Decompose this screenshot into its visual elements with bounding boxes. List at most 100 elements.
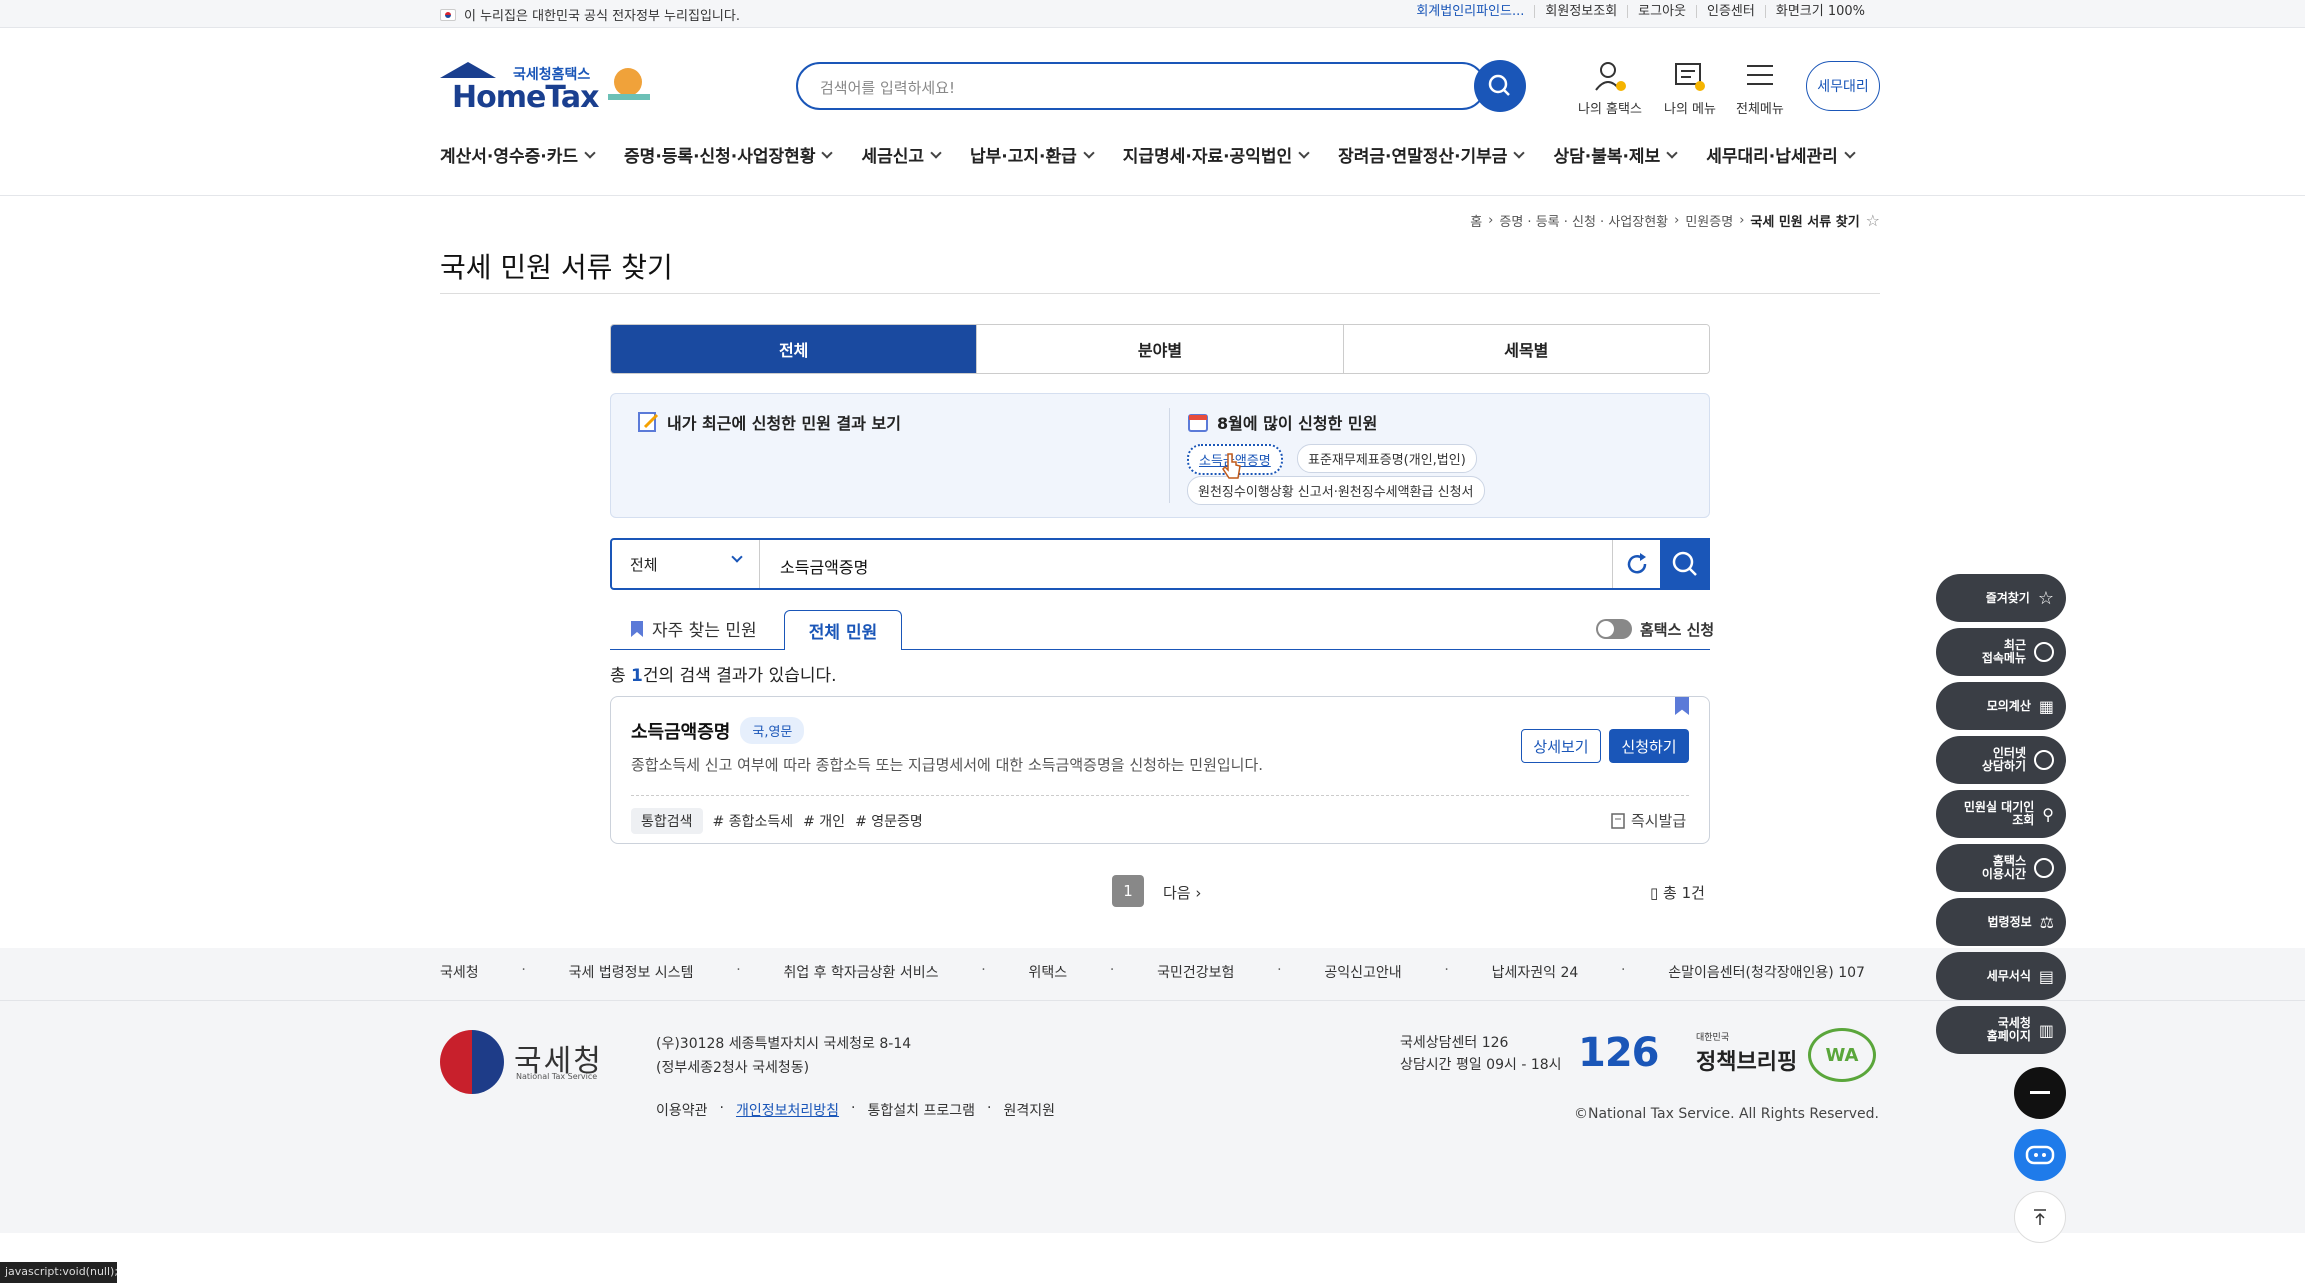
quick-nts-home-button[interactable]: 국세청 홈페이지 ▥ — [1936, 1006, 2066, 1054]
page-button-current[interactable]: 1 — [1112, 875, 1144, 907]
status-bar-url: javascript:void(null); — [0, 1262, 118, 1283]
hamburger-icon — [1743, 60, 1777, 94]
next-page-button[interactable]: 다음 › — [1163, 882, 1201, 903]
breadcrumb-item[interactable]: 민원증명 — [1685, 211, 1733, 230]
star-icon: ☆ — [2037, 587, 2054, 609]
apply-button[interactable]: 신청하기 — [1609, 729, 1689, 763]
result-title[interactable]: 소득금액증명 — [631, 718, 730, 744]
collapse-quick-button[interactable] — [2014, 1067, 2066, 1119]
footer-link[interactable]: 위택스 — [1028, 962, 1067, 982]
install-link[interactable]: 통합설치 프로그램 — [867, 1100, 975, 1120]
footer-link[interactable]: 국민건강보험 — [1157, 962, 1234, 982]
bookmark-icon[interactable] — [1675, 697, 1689, 715]
user-search-icon: ⚲ — [2042, 804, 2054, 824]
gnb-item[interactable]: 납부·고지·환급 — [970, 142, 1095, 167]
all-menu-button[interactable]: 전체메뉴 — [1736, 60, 1784, 117]
global-search-button[interactable] — [1474, 60, 1526, 112]
gov-notice[interactable]: 이 누리집은 대한민국 공식 전자정부 누리집입니다. — [440, 5, 740, 24]
detail-button[interactable]: 상세보기 — [1521, 729, 1601, 763]
category-select[interactable]: 전체 — [612, 540, 760, 588]
logo-title: HomeTax — [452, 80, 600, 115]
remote-support-link[interactable]: 원격지원 — [1003, 1100, 1055, 1120]
terms-link[interactable]: 이용약관 — [656, 1100, 708, 1120]
bookmark-icon — [631, 620, 643, 637]
badge-126[interactable]: 126 — [1578, 1030, 1659, 1076]
building-icon: ▥ — [2038, 1020, 2054, 1040]
tab-frequent[interactable]: 자주 찾는 민원 — [630, 616, 757, 641]
quick-waiting-button[interactable]: 민원실 대기인 조회 ⚲ — [1936, 790, 2066, 838]
main-navigation: 계산서·영수증·카드 증명·등록·신청·사업장현황 세금신고 납부·고지·환급 … — [440, 142, 1856, 167]
nts-emblem-icon — [440, 1030, 504, 1094]
gnb-item[interactable]: 계산서·영수증·카드 — [440, 142, 596, 167]
chevron-right-icon: › — [1195, 884, 1202, 902]
quick-label: 국세청 홈페이지 — [1986, 1016, 2031, 1043]
popular-tag[interactable]: 표준재무제표증명(개인,법인) — [1297, 444, 1477, 473]
my-hometax-button[interactable]: 나의 홈택스 — [1578, 60, 1642, 117]
footer-link[interactable]: 손말이음센터(청각장애인용) 107 — [1668, 962, 1865, 982]
quick-consult-button[interactable]: 인터넷 상담하기 — [1936, 736, 2066, 784]
quick-recent-button[interactable]: 최근 접속메뉴 — [1936, 628, 2066, 676]
recent-result-link[interactable]: 내가 최근에 신청한 민원 결과 보기 — [637, 410, 901, 434]
footer-separator: · — [986, 1100, 992, 1116]
my-menu-button[interactable]: 나의 메뉴 — [1664, 60, 1716, 117]
total-count: ▯ 총 1건 — [1650, 882, 1705, 903]
gnb-item[interactable]: 장려금·연말정산·기부금 — [1338, 142, 1526, 167]
member-info-link[interactable]: 회원정보조회 — [1534, 5, 1627, 18]
footer-link[interactable]: 국세 법령정보 시스템 — [569, 962, 694, 982]
result-count-suffix: 건의 검색 결과가 있습니다. — [642, 666, 837, 686]
star-icon[interactable]: ☆ — [1866, 211, 1880, 230]
chevron-down-icon — [821, 146, 834, 159]
tag-integrated-search[interactable]: 통합검색 — [631, 808, 703, 834]
gnb-item[interactable]: 세금신고 — [861, 142, 942, 167]
footer-link[interactable]: 취업 후 학자금상환 서비스 — [783, 962, 938, 982]
quick-hours-button[interactable]: 홈택스 이용시간 — [1936, 844, 2066, 892]
tab-by-field[interactable]: 분야별 — [976, 325, 1343, 373]
reset-button[interactable] — [1612, 540, 1660, 588]
chatbot-button[interactable] — [2014, 1129, 2066, 1181]
privacy-link[interactable]: 개인정보처리방침 — [736, 1100, 839, 1120]
footer-link[interactable]: 공익신고안내 — [1324, 962, 1401, 982]
breadcrumb-item[interactable]: 증명 · 등록 · 신청 · 사업장현황 — [1499, 211, 1668, 230]
user-name-link[interactable]: 회계법인리파인드... — [1406, 5, 1534, 18]
footer-link[interactable]: 국세청 — [440, 962, 479, 982]
gnb-item[interactable]: 증명·등록·신청·사업장현황 — [624, 142, 834, 167]
menu-note-icon — [1673, 60, 1707, 94]
tab-all[interactable]: 전체 — [611, 325, 977, 373]
tab-all-documents[interactable]: 전체 민원 — [784, 610, 902, 650]
tax-agent-button[interactable]: 세무대리 — [1806, 61, 1880, 111]
breadcrumb-home[interactable]: 홈 — [1470, 211, 1482, 230]
document-search-button[interactable] — [1660, 538, 1710, 590]
hometax-apply-toggle[interactable] — [1596, 619, 1632, 639]
quick-label: 최근 접속메뉴 — [1981, 638, 2026, 665]
zoom-select[interactable]: 화면크기 100% — [1764, 5, 1875, 18]
footer-separator: · — [851, 1100, 856, 1116]
tab-by-tax[interactable]: 세목별 — [1342, 325, 1709, 373]
global-search-input[interactable]: 검색어를 입력하세요! — [796, 62, 1486, 110]
footer-link[interactable]: 납세자권익 24 — [1492, 962, 1579, 982]
document-search-input[interactable]: 소득금액증명 — [780, 554, 868, 578]
cert-center-link[interactable]: 인증센터 — [1696, 5, 1765, 18]
quick-law-button[interactable]: 법령정보 ⚖ — [1936, 898, 2066, 946]
gnb-item[interactable]: 상담·불복·제보 — [1553, 142, 1678, 167]
footer-separator: · — [1109, 962, 1115, 978]
quick-calculator-button[interactable]: 모의계산 ▦ — [1936, 682, 2066, 730]
quick-favorites-button[interactable]: 즐겨찾기 ☆ — [1936, 574, 2066, 622]
policy-briefing-link[interactable]: 정책브리핑 — [1696, 1044, 1797, 1076]
hashtag[interactable]: # 개인 — [803, 811, 845, 831]
logout-link[interactable]: 로그아웃 — [1627, 5, 1696, 18]
hashtag[interactable]: # 종합소득세 — [713, 811, 794, 831]
gnb-item[interactable]: 세무대리·납세관리 — [1706, 142, 1856, 167]
info-divider — [1169, 408, 1170, 503]
hashtag[interactable]: # 영문증명 — [855, 811, 923, 831]
quick-forms-button[interactable]: 세무서식 ▤ — [1936, 952, 2066, 1000]
scroll-top-button[interactable] — [2014, 1191, 2066, 1243]
user-bell-icon — [1593, 60, 1627, 94]
quick-label: 세무서식 — [1986, 968, 2031, 983]
instant-issue-label: 즉시발급 — [1631, 812, 1687, 830]
chevron-right-icon: › — [1674, 213, 1680, 228]
clock-icon — [2034, 642, 2054, 662]
gnb-item[interactable]: 지급명세·자료·공익법인 — [1123, 142, 1310, 167]
call-center-number: 국세상담센터 126 — [1400, 1035, 1509, 1051]
chevron-right-icon: › — [1739, 213, 1745, 228]
category-select-value: 전체 — [630, 556, 658, 574]
